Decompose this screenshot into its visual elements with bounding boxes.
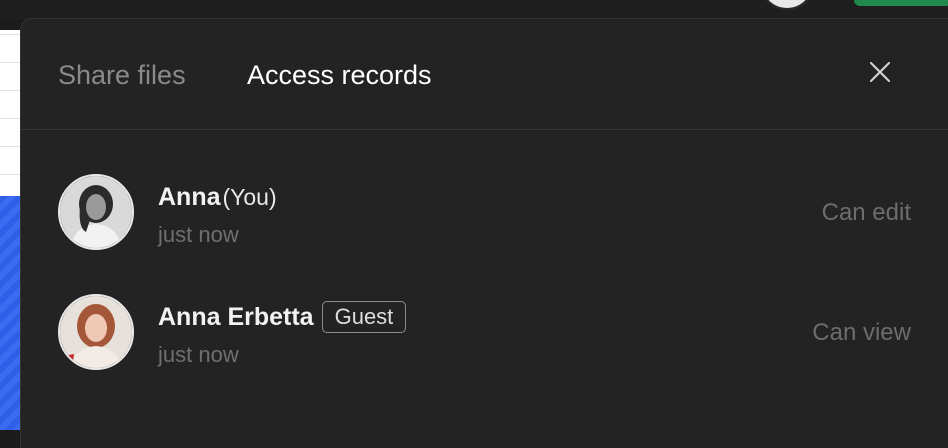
record-name-line: Anna (You) (158, 180, 277, 214)
user-photo-icon (60, 176, 132, 248)
record-time: just now (158, 342, 239, 367)
record-time: just now (158, 222, 239, 247)
dialog-tabs: Share files Access records (21, 19, 948, 130)
you-label: (You) (222, 183, 277, 210)
tab-access-records[interactable]: Access records (247, 57, 432, 93)
avatar (58, 174, 134, 250)
close-icon (870, 62, 890, 82)
user-name: Anna (158, 182, 221, 211)
tab-share-files[interactable]: Share files (58, 57, 186, 93)
access-record: Anna (You) just now Can edit (21, 174, 948, 254)
close-button[interactable] (863, 55, 897, 89)
background-app-topbar (0, 0, 948, 20)
share-dialog: Share files Access records Anna (You) ju… (20, 18, 948, 448)
record-name-line: Anna Erbetta Guest (158, 300, 407, 334)
permission-dropdown[interactable]: Can edit (822, 198, 911, 228)
avatar (58, 294, 134, 370)
permission-dropdown[interactable]: Can view (812, 318, 911, 348)
background-primary-button[interactable] (854, 0, 948, 6)
access-record: Anna Erbetta Guest just now Can view (21, 294, 948, 374)
user-name: Anna Erbetta (158, 302, 314, 331)
guest-badge: Guest (321, 301, 407, 333)
user-photo-icon (60, 296, 132, 368)
